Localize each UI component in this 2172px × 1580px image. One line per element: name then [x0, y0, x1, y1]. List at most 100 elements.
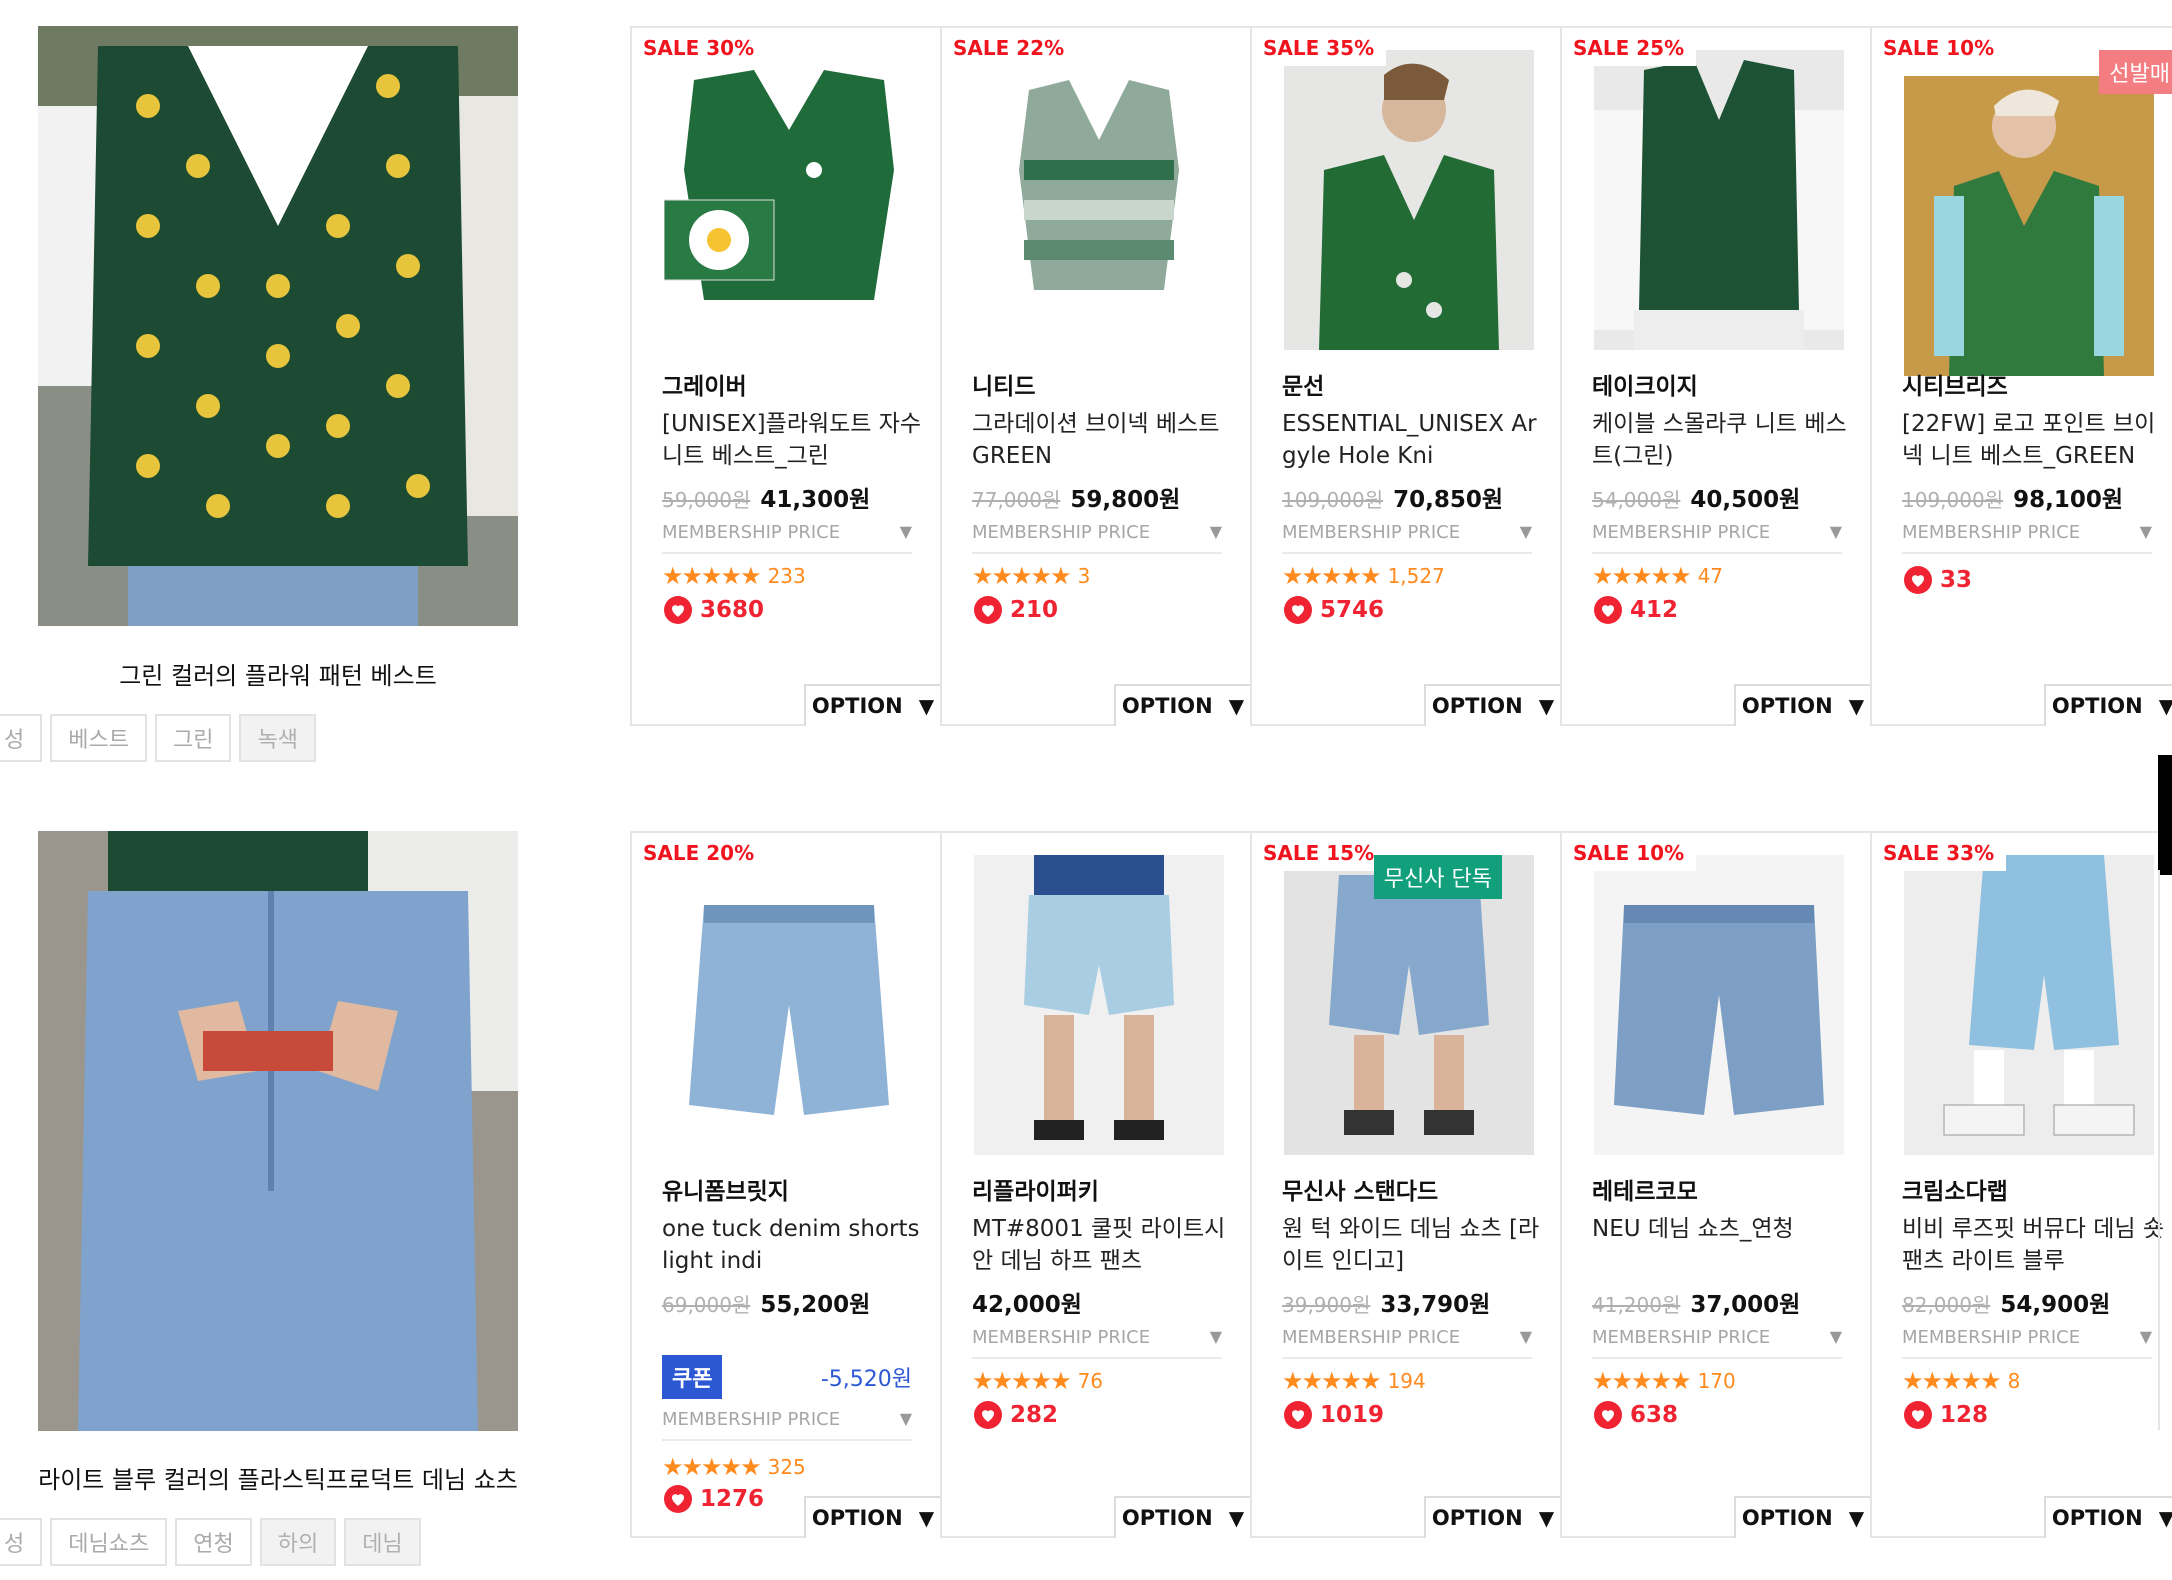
membership-price-toggle[interactable]: MEMBERSHIP PRICE ▼ [972, 522, 1222, 554]
heart-icon[interactable] [1904, 566, 1932, 594]
product-name[interactable]: [22FW] 로고 포인트 브이넥 니트 베스트_GREEN [1902, 408, 2164, 472]
product-name[interactable]: 원 턱 와이드 데님 쇼츠 [라이트 인디고] [1282, 1213, 1544, 1277]
like-row[interactable]: 5746 [1284, 596, 1384, 624]
product-name[interactable]: 비비 루즈핏 버뮤다 데님 숏팬츠 라이트 블루 [1902, 1213, 2164, 1277]
product-image[interactable] [1284, 855, 1534, 1155]
like-row[interactable]: 128 [1904, 1401, 1988, 1429]
membership-price-toggle[interactable]: MEMBERSHIP PRICE ▼ [1902, 1327, 2152, 1359]
product-card[interactable]: SALE 15% 무신사 단독 무신사 스탠다드 원 턱 와이드 데님 쇼츠 [… [1252, 833, 1562, 1538]
product-name[interactable]: 그라데이션 브이넥 베스트 GREEN [972, 408, 1234, 472]
product-card[interactable]: SALE 35% 문선 ESSENTIAL_UNISEX Argyle Hole… [1252, 28, 1562, 726]
product-name[interactable]: one tuck denim shorts light indi [662, 1213, 924, 1277]
tag[interactable]: 녹색 [239, 714, 316, 762]
brand-name[interactable]: 시티브리즈 [1902, 367, 2008, 401]
product-image[interactable] [1594, 50, 1844, 350]
like-row[interactable]: 282 [974, 1401, 1058, 1429]
product-card[interactable]: SALE 25% 테이크이지 케이블 스몰라쿠 니트 베스트(그린) 54,00… [1562, 28, 1872, 726]
heart-icon[interactable] [1284, 596, 1312, 624]
tag[interactable]: 연청 [175, 1518, 252, 1566]
option-button[interactable]: OPTION ▼ [2044, 1496, 2172, 1538]
product-name[interactable]: [UNISEX]플라워도트 자수 니트 베스트_그린 [662, 408, 924, 472]
product-image[interactable] [1284, 50, 1534, 350]
brand-name[interactable]: 크림소다랩 [1902, 1172, 2008, 1206]
product-image[interactable] [974, 50, 1224, 350]
tag[interactable]: 베스트 [50, 714, 147, 762]
option-button[interactable]: OPTION ▼ [2044, 684, 2172, 726]
product-card[interactable]: SALE 20% 유니폼브릿지 one tuck denim shorts li… [632, 833, 942, 1538]
coupon-row[interactable]: 쿠폰 -5,520원 [662, 1355, 912, 1399]
option-button[interactable]: OPTION ▼ [1114, 1496, 1250, 1538]
product-image[interactable] [664, 855, 914, 1155]
product-image[interactable] [1904, 76, 2154, 376]
product-name[interactable]: ESSENTIAL_UNISEX Argyle Hole Kni [1282, 408, 1544, 472]
heart-icon[interactable] [974, 596, 1002, 624]
product-card[interactable]: SALE 10% 레테르코모 NEU 데님 쇼츠_연청 41,200원 37,0… [1562, 833, 1872, 1538]
chevron-down-icon: ▼ [1519, 1327, 1532, 1346]
product-card[interactable]: SALE 33% 크림소다랩 비비 루즈핏 버뮤다 데님 숏팬츠 라이트 블루 … [1872, 833, 2172, 1538]
product-image[interactable] [1594, 855, 1844, 1155]
tag[interactable]: 성 [0, 1518, 43, 1566]
like-row[interactable]: 33 [1904, 566, 1972, 594]
brand-name[interactable]: 그레이버 [662, 367, 747, 401]
product-card[interactable]: SALE 30% 그레이버 [UNISEX]플라워도트 자수 니트 베스트_그린… [632, 28, 942, 726]
look-photo[interactable] [38, 26, 518, 626]
heart-icon[interactable] [664, 1485, 692, 1513]
sale-price: 33,790원 [1380, 1292, 1491, 1318]
like-row[interactable]: 210 [974, 596, 1058, 624]
product-image[interactable] [1904, 855, 2154, 1155]
review-count: 3 [1077, 564, 1091, 588]
brand-name[interactable]: 테이크이지 [1592, 367, 1698, 401]
product-name[interactable]: 케이블 스몰라쿠 니트 베스트(그린) [1592, 408, 1854, 472]
heart-icon[interactable] [664, 596, 692, 624]
brand-name[interactable]: 레테르코모 [1592, 1172, 1698, 1206]
tag[interactable]: 성 [0, 714, 43, 762]
side-scroll-indicator[interactable] [2158, 755, 2172, 875]
option-button[interactable]: OPTION ▼ [1424, 1496, 1560, 1538]
membership-price-toggle[interactable]: MEMBERSHIP PRICE ▼ [972, 1327, 1222, 1359]
product-name[interactable]: NEU 데님 쇼츠_연청 [1592, 1213, 1854, 1245]
product-image[interactable] [974, 855, 1224, 1155]
membership-price-toggle[interactable]: MEMBERSHIP PRICE ▼ [1592, 522, 1842, 554]
product-card[interactable]: SALE 10% 선발매 시티브리즈 [22FW] 로고 포인트 브이넥 니트 … [1872, 28, 2172, 726]
tag[interactable]: 데님쇼츠 [50, 1518, 168, 1566]
option-button[interactable]: OPTION ▼ [804, 1496, 940, 1538]
heart-icon[interactable] [1594, 596, 1622, 624]
product-image[interactable] [664, 50, 914, 350]
brand-name[interactable]: 문선 [1282, 367, 1324, 401]
membership-price-toggle[interactable]: MEMBERSHIP PRICE ▼ [1902, 522, 2152, 554]
like-row[interactable]: 638 [1594, 1401, 1678, 1429]
heart-icon[interactable] [1904, 1401, 1932, 1429]
review-count: 233 [767, 564, 806, 588]
option-button[interactable]: OPTION ▼ [1424, 684, 1560, 726]
brand-name[interactable]: 리플라이퍼키 [972, 1172, 1099, 1206]
option-button[interactable]: OPTION ▼ [1734, 1496, 1870, 1538]
tag[interactable]: 데님 [344, 1518, 421, 1566]
brand-name[interactable]: 니티드 [972, 367, 1035, 401]
option-button[interactable]: OPTION ▼ [1734, 684, 1870, 726]
coupon-badge[interactable]: 쿠폰 [662, 1355, 723, 1399]
tag[interactable]: 그린 [154, 714, 232, 762]
like-row[interactable]: 1276 [664, 1485, 764, 1513]
heart-icon[interactable] [1284, 1401, 1312, 1429]
like-row[interactable]: 1019 [1284, 1401, 1384, 1429]
membership-price-toggle[interactable]: MEMBERSHIP PRICE ▼ [1282, 522, 1532, 554]
like-row[interactable]: 412 [1594, 596, 1678, 624]
option-button[interactable]: OPTION ▼ [1114, 684, 1250, 726]
tag[interactable]: 하의 [259, 1518, 337, 1566]
like-row[interactable]: 3680 [664, 596, 764, 624]
membership-price-toggle[interactable]: MEMBERSHIP PRICE ▼ [662, 1409, 912, 1441]
heart-icon[interactable] [974, 1401, 1002, 1429]
membership-price-toggle[interactable]: MEMBERSHIP PRICE ▼ [662, 522, 912, 554]
brand-name[interactable]: 무신사 스탠다드 [1282, 1172, 1438, 1206]
look-photo[interactable] [38, 831, 518, 1431]
brand-name[interactable]: 유니폼브릿지 [662, 1172, 789, 1206]
star-rating-icon: ★★★★★ [1282, 562, 1382, 590]
heart-icon[interactable] [1594, 1401, 1622, 1429]
product-card[interactable]: 리플라이퍼키 MT#8001 쿨핏 라이트시안 데님 하프 팬츠 42,000원… [942, 833, 1252, 1538]
option-button[interactable]: OPTION ▼ [804, 684, 940, 726]
product-name[interactable]: MT#8001 쿨핏 라이트시안 데님 하프 팬츠 [972, 1213, 1234, 1277]
sale-price: 59,800원 [1070, 487, 1181, 513]
membership-price-toggle[interactable]: MEMBERSHIP PRICE ▼ [1282, 1327, 1532, 1359]
membership-price-toggle[interactable]: MEMBERSHIP PRICE ▼ [1592, 1327, 1842, 1359]
product-card[interactable]: SALE 22% 니티드 그라데이션 브이넥 베스트 GREEN 77,000원… [942, 28, 1252, 726]
